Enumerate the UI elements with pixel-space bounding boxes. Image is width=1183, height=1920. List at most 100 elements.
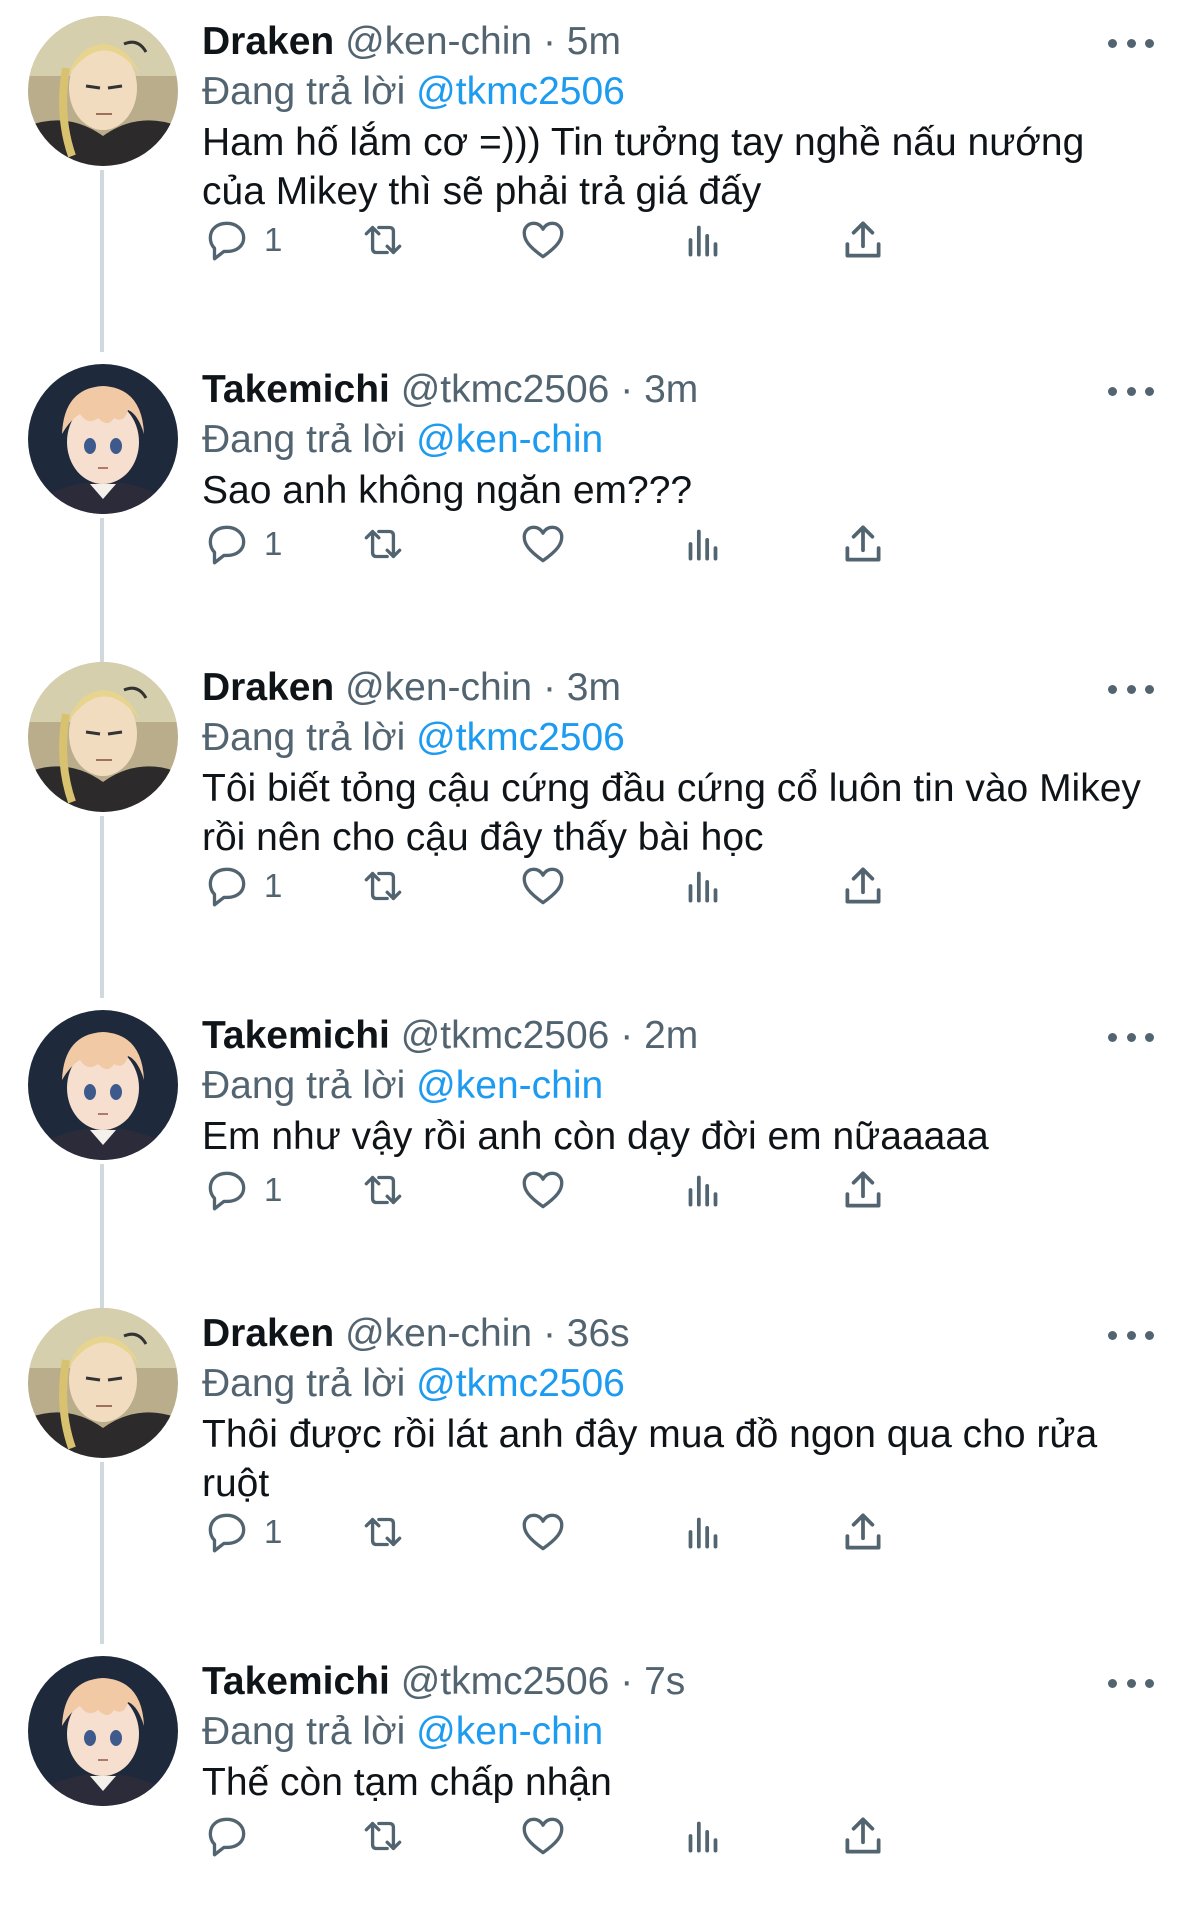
tweet[interactable]: Takemichi @tkmc2506 · 2m Đang trả lời @k… — [0, 994, 1183, 1346]
reply-count: 1 — [264, 221, 283, 258]
tweet-header: Draken @ken-chin · 36s — [202, 1310, 630, 1358]
tweet-text: Sao anh không ngăn em??? — [202, 469, 693, 512]
tweet-header: Draken @ken-chin · 5m — [202, 18, 621, 66]
avatar-draken[interactable] — [28, 16, 178, 166]
share-button[interactable] — [838, 212, 888, 268]
share-upload-icon — [845, 221, 881, 258]
like-button[interactable] — [518, 1808, 568, 1864]
retweet-button[interactable] — [358, 858, 408, 914]
tweet-actions: 1 — [202, 516, 1082, 572]
display-name[interactable]: Draken — [202, 1312, 334, 1355]
user-handle[interactable]: @tkmc2506 — [401, 368, 610, 411]
like-button[interactable] — [518, 516, 568, 572]
timestamp[interactable]: 3m — [567, 666, 621, 709]
separator-dot: · — [620, 1014, 634, 1057]
reply-button[interactable]: 1 — [202, 1162, 282, 1218]
like-button[interactable] — [518, 1162, 568, 1218]
user-handle[interactable]: @tkmc2506 — [401, 1014, 610, 1057]
replying-to: Đang trả lời @tkmc2506 — [202, 714, 625, 762]
views-button[interactable] — [678, 1504, 728, 1560]
more-options-icon[interactable] — [1108, 36, 1154, 50]
tweet[interactable]: Takemichi @tkmc2506 · 7s Đang trả lời @k… — [0, 1640, 1183, 1920]
display-name[interactable]: Draken — [202, 20, 334, 63]
separator-dot: · — [542, 20, 556, 63]
avatar-takemichi[interactable] — [28, 1010, 178, 1160]
retweet-button[interactable] — [358, 1808, 408, 1864]
more-options-icon[interactable] — [1108, 1328, 1154, 1342]
views-button[interactable] — [678, 516, 728, 572]
like-button[interactable] — [518, 1504, 568, 1560]
views-button[interactable] — [678, 858, 728, 914]
mention-link[interactable]: @tkmc2506 — [416, 1362, 625, 1405]
share-button[interactable] — [838, 1504, 888, 1560]
mention-link[interactable]: @ken-chin — [416, 1064, 603, 1107]
views-button[interactable] — [678, 1808, 728, 1864]
display-name[interactable]: Takemichi — [202, 368, 390, 411]
display-name[interactable]: Draken — [202, 666, 334, 709]
reply-count: 1 — [264, 867, 283, 904]
like-button[interactable] — [518, 858, 568, 914]
bar-chart-icon — [688, 529, 718, 561]
bar-chart-icon — [688, 225, 718, 257]
reply-button[interactable]: 1 — [202, 1504, 282, 1560]
retweet-button[interactable] — [358, 1162, 408, 1218]
timestamp[interactable]: 7s — [644, 1660, 685, 1703]
reply-button[interactable]: 1 — [202, 516, 282, 572]
thread-connector-line — [100, 170, 104, 352]
tweet[interactable]: Draken @ken-chin · 3m Đang trả lời @tkmc… — [0, 646, 1183, 998]
retweet-button[interactable] — [358, 212, 408, 268]
share-button[interactable] — [838, 858, 888, 914]
reply-button[interactable]: 1 — [202, 858, 282, 914]
more-options-icon[interactable] — [1108, 682, 1154, 696]
mention-link[interactable]: @tkmc2506 — [416, 70, 625, 113]
avatar-takemichi[interactable] — [28, 1656, 178, 1806]
reply-button[interactable] — [202, 1808, 264, 1864]
more-options-icon[interactable] — [1108, 1676, 1154, 1690]
takemichi-avatar-image — [28, 1656, 178, 1806]
user-handle[interactable]: @tkmc2506 — [401, 1660, 610, 1703]
user-handle[interactable]: @ken-chin — [345, 1312, 532, 1355]
tweet[interactable]: Draken @ken-chin · 5m Đang trả lời @tkmc… — [0, 0, 1183, 352]
user-handle[interactable]: @ken-chin — [345, 20, 532, 63]
retweet-icon — [364, 871, 402, 901]
tweet[interactable]: Takemichi @tkmc2506 · 3m Đang trả lời @k… — [0, 348, 1183, 700]
display-name[interactable]: Takemichi — [202, 1660, 390, 1703]
user-handle[interactable]: @ken-chin — [345, 666, 532, 709]
views-button[interactable] — [678, 212, 728, 268]
replying-to-label: Đang trả lời — [202, 418, 406, 461]
avatar-draken[interactable] — [28, 1308, 178, 1458]
tweet-text: Em như vậy rồi anh còn dạy đời em nữaaaa… — [202, 1115, 989, 1158]
replying-to: Đang trả lời @tkmc2506 — [202, 68, 625, 116]
share-button[interactable] — [838, 1808, 888, 1864]
retweet-icon — [364, 1821, 402, 1851]
tweet[interactable]: Draken @ken-chin · 36s Đang trả lời @tkm… — [0, 1292, 1183, 1644]
tweet-header: Takemichi @tkmc2506 · 3m — [202, 366, 698, 414]
timestamp[interactable]: 5m — [567, 20, 621, 63]
retweet-button[interactable] — [358, 516, 408, 572]
bar-chart-icon — [688, 1175, 718, 1207]
display-name[interactable]: Takemichi — [202, 1014, 390, 1057]
share-button[interactable] — [838, 1162, 888, 1218]
tweet-text: Thôi được rồi lát anh đây mua đồ ngon qu… — [202, 1413, 1098, 1505]
mention-link[interactable]: @tkmc2506 — [416, 716, 625, 759]
separator-dot: · — [620, 368, 634, 411]
heart-icon — [522, 1513, 564, 1551]
timestamp[interactable]: 3m — [644, 368, 698, 411]
mention-link[interactable]: @ken-chin — [416, 1710, 603, 1753]
timestamp[interactable]: 2m — [644, 1014, 698, 1057]
views-button[interactable] — [678, 1162, 728, 1218]
draken-avatar-image — [28, 662, 178, 812]
share-button[interactable] — [838, 516, 888, 572]
more-options-icon[interactable] — [1108, 1030, 1154, 1044]
replying-to-label: Đang trả lời — [202, 1710, 406, 1753]
reply-button[interactable]: 1 — [202, 212, 282, 268]
tweet-header: Draken @ken-chin · 3m — [202, 664, 621, 712]
like-button[interactable] — [518, 212, 568, 268]
mention-link[interactable]: @ken-chin — [416, 418, 603, 461]
timestamp[interactable]: 36s — [567, 1312, 630, 1355]
retweet-button[interactable] — [358, 1504, 408, 1560]
avatar-draken[interactable] — [28, 662, 178, 812]
avatar-takemichi[interactable] — [28, 364, 178, 514]
more-options-icon[interactable] — [1108, 384, 1154, 398]
share-upload-icon — [845, 1171, 881, 1208]
